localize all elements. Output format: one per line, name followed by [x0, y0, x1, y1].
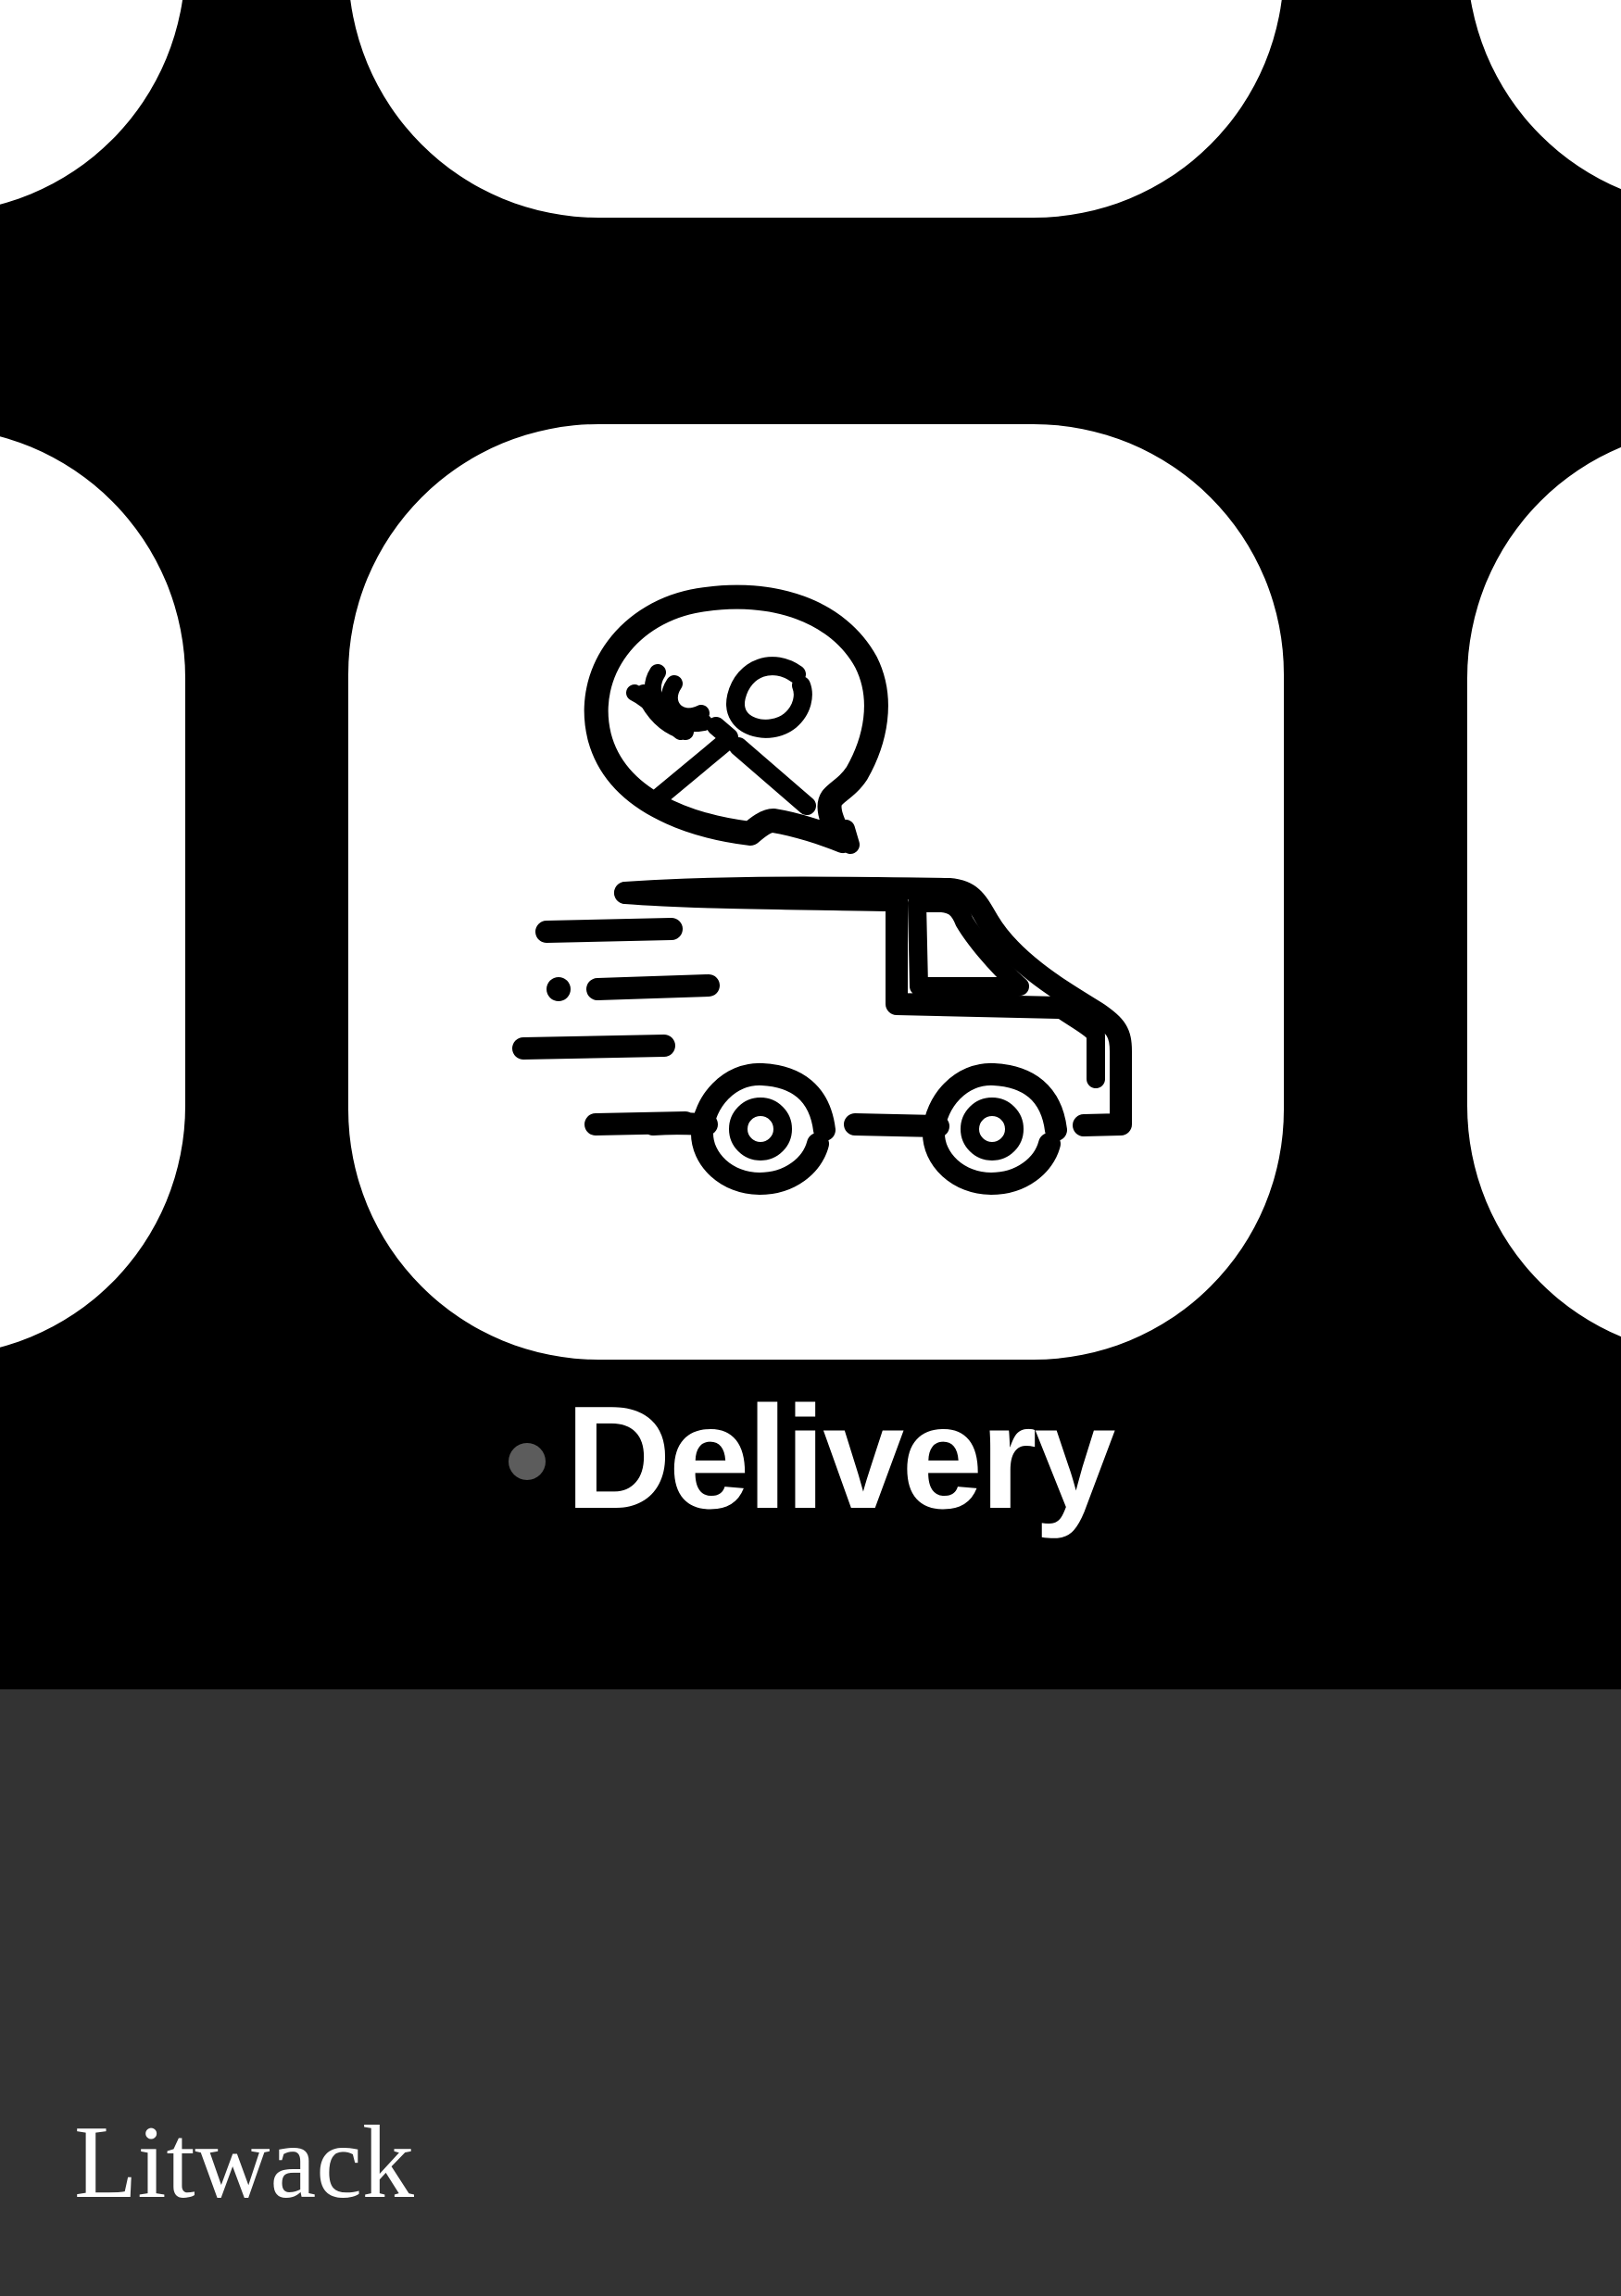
notification-dot — [508, 1443, 546, 1480]
app-tile-partial[interactable] — [348, 0, 1284, 218]
footer: Litwack — [0, 1689, 1621, 2296]
app-tile-partial[interactable] — [0, 0, 185, 213]
app-tile-partial[interactable] — [0, 428, 185, 1356]
app-name[interactable]: Delivery — [566, 1385, 1116, 1531]
speed-lines-icon — [512, 918, 720, 1135]
brand-name: Litwack — [74, 2105, 414, 2220]
food-delivery-van-icon — [512, 584, 1132, 1195]
wheel-icon — [923, 1062, 1067, 1195]
app-tile-partial[interactable] — [1467, 428, 1621, 1356]
wheel-icon — [691, 1062, 836, 1195]
app-icon-grid: Delivery — [0, 0, 1621, 1689]
app-tile-partial[interactable] — [1467, 0, 1621, 208]
app-label: Delivery — [0, 1385, 1621, 1531]
